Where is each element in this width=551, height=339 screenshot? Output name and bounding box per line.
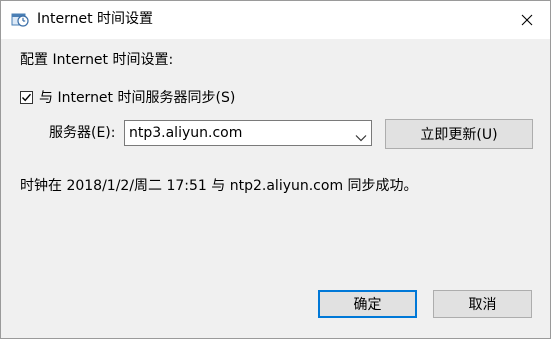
chevron-down-icon[interactable] [355,128,367,142]
ok-label: 确定 [353,297,382,313]
sync-status-text: 时钟在 2018/1/2/周二 17:51 与 ntp2.aliyun.com … [20,178,418,194]
close-icon [521,11,533,30]
checkmark-icon [21,93,32,102]
server-combobox[interactable]: ntp3.aliyun.com [124,120,372,146]
server-combobox-value[interactable]: ntp3.aliyun.com [129,124,242,142]
close-button[interactable] [504,1,550,39]
config-label: 配置 Internet 时间设置: [20,52,174,68]
update-now-button[interactable]: 立即更新(U) [385,119,533,149]
cancel-label: 取消 [468,297,497,313]
cancel-button[interactable]: 取消 [433,290,532,318]
sync-checkbox-label[interactable]: 与 Internet 时间服务器同步(S) [39,89,235,107]
title-bar[interactable]: Internet 时间设置 [1,1,550,39]
ok-button[interactable]: 确定 [318,290,417,318]
update-now-label: 立即更新(U) [420,127,498,143]
window-title: Internet 时间设置 [37,11,154,27]
clock-globe-icon [11,10,29,28]
dialog-window: Internet 时间设置 配置 Internet 时间设置: 与 Intern… [0,0,551,339]
server-label: 服务器(E): [49,125,116,141]
sync-checkbox[interactable] [20,91,33,104]
